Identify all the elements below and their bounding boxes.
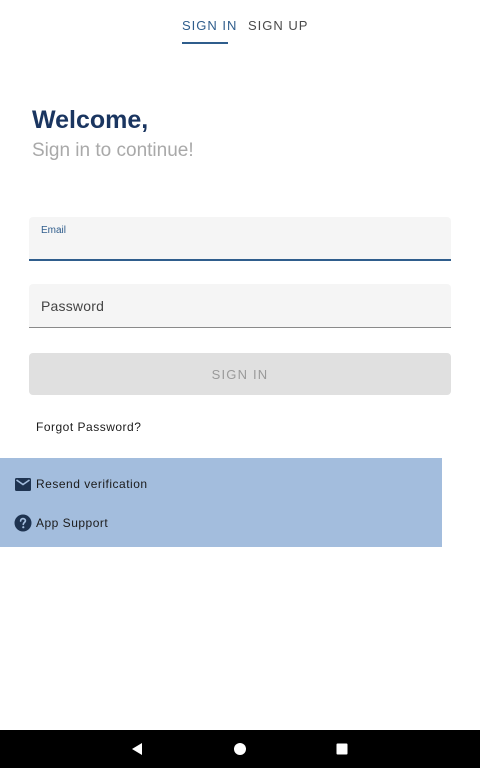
mail-icon [14, 475, 32, 493]
email-input[interactable] [41, 237, 439, 257]
welcome-subtitle: Sign in to continue! [32, 140, 194, 161]
app-support-button[interactable]: App Support [14, 514, 108, 532]
password-field-label: Password [41, 298, 105, 314]
active-tab-indicator [182, 42, 228, 44]
resend-verification-button[interactable]: Resend verification [14, 475, 148, 493]
recents-square-icon[interactable] [334, 741, 350, 757]
welcome-title: Welcome, [32, 106, 149, 134]
password-field[interactable]: Password [29, 284, 451, 328]
tab-sign-in[interactable]: SIGN IN [182, 18, 237, 33]
help-circle-icon [14, 514, 32, 532]
email-field[interactable]: Email [29, 217, 451, 261]
resend-verification-label: Resend verification [36, 477, 148, 491]
support-panel: Resend verification App Support [0, 458, 442, 547]
forgot-password-link[interactable]: Forgot Password? [36, 420, 141, 434]
auth-tabs: SIGN IN SIGN UP [0, 0, 480, 50]
home-circle-icon[interactable] [232, 741, 248, 757]
sign-in-button[interactable]: SIGN IN [29, 353, 451, 395]
system-nav-bar [0, 730, 480, 768]
app-support-label: App Support [36, 516, 109, 530]
email-field-label: Email [41, 225, 67, 236]
back-triangle-icon[interactable] [129, 741, 145, 757]
tab-sign-up[interactable]: SIGN UP [248, 18, 308, 33]
